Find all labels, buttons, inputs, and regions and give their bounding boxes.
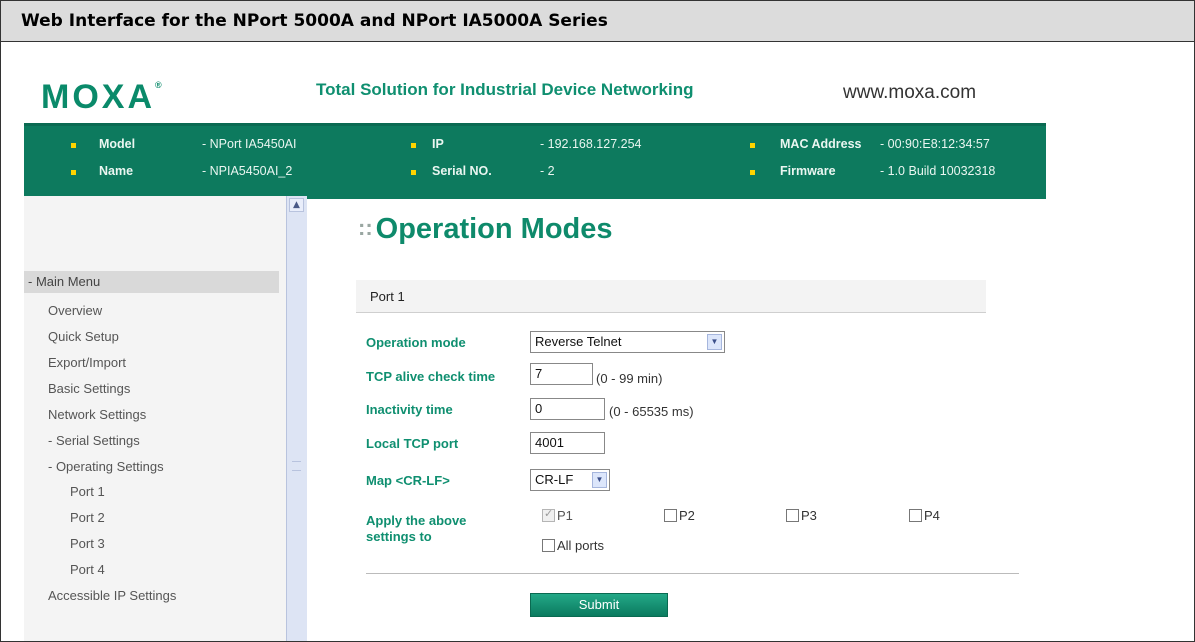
page-title-text: Operation Modes: [375, 213, 613, 245]
sidebar-menu: - Main Menu Overview Quick Setup Export/…: [24, 196, 289, 641]
bullet-icon: [750, 143, 755, 148]
port-section-header: Port 1: [356, 280, 986, 313]
website-link[interactable]: www.moxa.com: [843, 82, 976, 104]
inactivity-input[interactable]: 0: [530, 398, 605, 420]
moxa-logo: MOXA®: [41, 78, 162, 117]
apply-label-line1: Apply the above: [366, 513, 467, 528]
sidebar-item-accessible-ip-settings[interactable]: Accessible IP Settings: [48, 588, 176, 603]
bullet-icon: [750, 170, 755, 175]
nport-web-interface: MOXA® Total Solution for Industrial Devi…: [24, 63, 1046, 641]
sidebar-item-overview[interactable]: Overview: [48, 303, 102, 318]
map-crlf-select[interactable]: CR-LF ▼: [530, 469, 610, 491]
port-p3-checkbox[interactable]: [786, 509, 799, 522]
port-p2-checkbox[interactable]: [664, 509, 677, 522]
sidebar-item-network-settings[interactable]: Network Settings: [48, 407, 146, 422]
apply-label-line2: settings to: [366, 529, 432, 544]
serial-label: Serial NO.: [432, 164, 492, 178]
port-p2-label: P2: [679, 508, 695, 523]
name-value: - NPIA5450AI_2: [202, 164, 293, 178]
port-heading: Port 1: [370, 289, 405, 304]
all-ports-checkbox[interactable]: [542, 539, 555, 552]
port-p4-label: P4: [924, 508, 940, 523]
mac-value: - 00:90:E8:12:34:57: [880, 137, 990, 151]
bullet-icon: [71, 170, 76, 175]
figure-frame: Web Interface for the NPort 5000A and NP…: [0, 0, 1195, 642]
tcp-alive-input[interactable]: 7: [530, 363, 593, 385]
sidebar-item-quick-setup[interactable]: Quick Setup: [48, 329, 119, 344]
model-label: Model: [99, 137, 136, 151]
scrollbar-grip[interactable]: [292, 461, 301, 471]
sidebar-item-port-3[interactable]: Port 3: [70, 536, 105, 551]
inactivity-label: Inactivity time: [366, 402, 453, 417]
firmware-label: Firmware: [780, 164, 836, 178]
figure-caption: Web Interface for the NPort 5000A and NP…: [1, 1, 1194, 42]
map-crlf-value: CR-LF: [535, 472, 574, 487]
operation-mode-label: Operation mode: [366, 335, 466, 350]
logo-text: MOXA: [41, 78, 155, 116]
submit-button[interactable]: Submit: [530, 593, 668, 617]
port-p1-label: P1: [557, 508, 573, 523]
logo-registered-mark: ®: [155, 80, 162, 90]
firmware-value: - 1.0 Build 10032318: [880, 164, 996, 178]
name-label: Name: [99, 164, 134, 178]
tcp-alive-hint: (0 - 99 min): [596, 371, 663, 386]
device-info-bar: Model - NPort IA5450AI Name - NPIA5450AI…: [24, 123, 1046, 199]
section-divider: [366, 573, 1019, 574]
ip-value: - 192.168.127.254: [540, 137, 642, 151]
sidebar-item-export-import[interactable]: Export/Import: [48, 355, 126, 370]
ip-label: IP: [432, 137, 444, 151]
chevron-down-icon[interactable]: ▼: [592, 472, 607, 488]
main-menu-heading[interactable]: - Main Menu: [24, 271, 279, 293]
sidebar-item-port-4[interactable]: Port 4: [70, 562, 105, 577]
port-p1-checkbox[interactable]: [542, 507, 555, 522]
sidebar-item-port-1[interactable]: Port 1: [70, 484, 105, 499]
local-tcp-port-input[interactable]: 4001: [530, 432, 605, 454]
serial-value: - 2: [540, 164, 555, 178]
port-p3-label: P3: [801, 508, 817, 523]
sidebar-item-serial-settings[interactable]: - Serial Settings: [48, 433, 140, 448]
bullet-icon: [411, 170, 416, 175]
sidebar-item-port-2[interactable]: Port 2: [70, 510, 105, 525]
page-title: :: Operation Modes: [358, 213, 613, 246]
bullet-icon: [411, 143, 416, 148]
inactivity-hint: (0 - 65535 ms): [609, 404, 694, 419]
title-dots-icon: ::: [358, 215, 373, 240]
mac-label: MAC Address: [780, 137, 862, 151]
sidebar-scrollbar[interactable]: ▲: [286, 196, 307, 641]
port-p4-checkbox[interactable]: [909, 509, 922, 522]
scroll-up-arrow-icon[interactable]: ▲: [289, 198, 304, 212]
tagline: Total Solution for Industrial Device Net…: [316, 80, 694, 99]
all-ports-label: All ports: [557, 538, 604, 553]
map-crlf-label: Map <CR-LF>: [366, 473, 450, 488]
model-value: - NPort IA5450AI: [202, 137, 297, 151]
sidebar-item-basic-settings[interactable]: Basic Settings: [48, 381, 130, 396]
operation-mode-select[interactable]: Reverse Telnet ▼: [530, 331, 725, 353]
tcp-alive-label: TCP alive check time: [366, 369, 496, 384]
apply-settings-label: Apply the above settings to: [366, 513, 466, 545]
chevron-down-icon[interactable]: ▼: [707, 334, 722, 350]
bullet-icon: [71, 143, 76, 148]
operation-mode-value: Reverse Telnet: [535, 334, 622, 349]
local-tcp-port-label: Local TCP port: [366, 436, 459, 451]
sidebar-item-operating-settings[interactable]: - Operating Settings: [48, 459, 164, 474]
